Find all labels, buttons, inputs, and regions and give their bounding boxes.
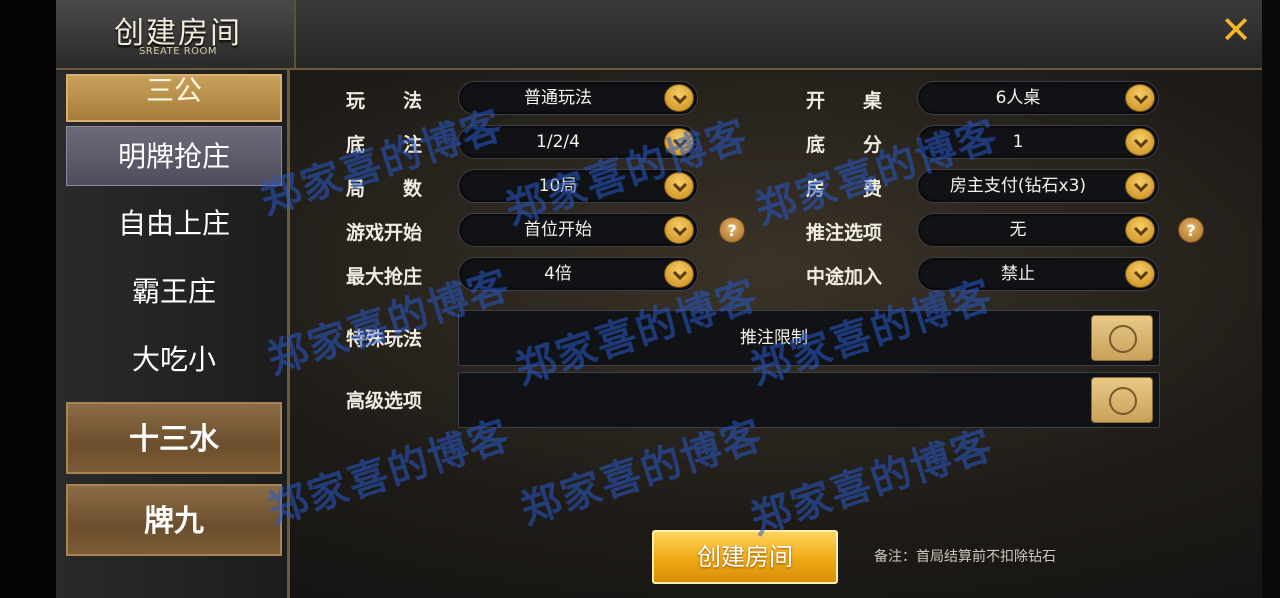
- chevron-down-icon[interactable]: [1125, 128, 1155, 156]
- chevron-down-icon[interactable]: [664, 84, 694, 112]
- select-zhongtu-jiaru[interactable]: 禁止: [917, 257, 1159, 291]
- select-dizhu[interactable]: 1/2/4: [458, 125, 698, 159]
- chevron-down-icon[interactable]: [1125, 84, 1155, 112]
- select-fangfei[interactable]: 房主支付(钻石x3): [917, 169, 1159, 203]
- chevron-down-icon[interactable]: [664, 216, 694, 244]
- edit-special-button[interactable]: [1091, 315, 1153, 361]
- pin-icon: [1109, 325, 1137, 353]
- select-zuida-qiangzhuang-value: 4倍: [544, 264, 572, 284]
- chevron-down-icon[interactable]: [664, 260, 694, 288]
- select-wanfa-value: 普通玩法: [524, 88, 592, 108]
- device-bezel-left: [0, 0, 56, 598]
- sidebar-item-ziyou-shangzhuang[interactable]: 自由上庄: [66, 194, 282, 254]
- sidebar-item-paijiu[interactable]: 牌九: [66, 484, 282, 556]
- sidebar-item-shisanshui[interactable]: 十三水: [66, 402, 282, 474]
- pin-icon: [1109, 387, 1137, 415]
- select-zhongtu-jiaru-value: 禁止: [1001, 264, 1035, 284]
- select-youxi-kaishi[interactable]: 首位开始: [458, 213, 698, 247]
- settings-panel: 玩 法 普通玩法 底 注 1/2/4 局 数 10局 游戏开始 首位开始 ? 最…: [300, 70, 1240, 598]
- chevron-down-icon[interactable]: [1125, 260, 1155, 288]
- sidebar-item-sangong[interactable]: 三公: [66, 74, 282, 122]
- footer-note: 备注：首局结算前不扣除钻石: [874, 549, 1056, 565]
- advanced-options-box[interactable]: [458, 372, 1160, 428]
- sidebar-item-dachixiao[interactable]: 大吃小: [66, 330, 282, 390]
- select-difen-value: 1: [1012, 132, 1024, 152]
- select-tuizhu-xuanxiang[interactable]: 无: [917, 213, 1159, 247]
- label-dizhu: 底 注: [346, 134, 423, 156]
- select-wanfa[interactable]: 普通玩法: [458, 81, 698, 115]
- close-icon: ✕: [1220, 8, 1252, 52]
- chevron-down-icon[interactable]: [1125, 216, 1155, 244]
- page-subtitle: SREATE ROOM: [138, 46, 218, 57]
- select-difen[interactable]: 1: [917, 125, 1159, 159]
- close-button[interactable]: ✕: [1216, 10, 1256, 50]
- select-fangfei-value: 房主支付(钻石x3): [949, 176, 1087, 196]
- label-gaoji-xuanxiang: 高级选项: [346, 390, 423, 412]
- label-kaizhuo: 开 桌: [806, 90, 883, 112]
- chevron-down-icon[interactable]: [664, 172, 694, 200]
- sidebar-item-mingpai-qiangzhuang[interactable]: 明牌抢庄: [66, 126, 282, 186]
- select-kaizhuo-value: 6人桌: [995, 88, 1041, 108]
- label-difen: 底 分: [806, 134, 883, 156]
- special-rules-box[interactable]: 推注限制: [458, 310, 1160, 366]
- label-youxi-kaishi: 游戏开始: [346, 222, 423, 244]
- select-kaizhuo[interactable]: 6人桌: [917, 81, 1159, 115]
- device-bezel-right: [1262, 0, 1280, 598]
- select-jushu-value: 10局: [538, 176, 578, 196]
- help-icon[interactable]: ?: [719, 217, 745, 243]
- select-zuida-qiangzhuang[interactable]: 4倍: [458, 257, 698, 291]
- create-room-button[interactable]: 创建房间: [652, 530, 838, 584]
- game-screen: 创建房间 SREATE ROOM ✕ 三公 明牌抢庄 自由上庄 霸王庄 大吃小 …: [0, 0, 1280, 598]
- label-tuizhu-xuanxiang: 推注选项: [806, 222, 883, 244]
- select-tuizhu-xuanxiang-value: 无: [1009, 220, 1027, 240]
- select-youxi-kaishi-value: 首位开始: [524, 220, 592, 240]
- label-wanfa: 玩 法: [346, 90, 423, 112]
- special-rules-value: 推注限制: [740, 328, 808, 348]
- sidebar-item-bawangzhuang[interactable]: 霸王庄: [66, 262, 282, 322]
- label-zhongtu-jiaru: 中途加入: [806, 266, 883, 288]
- label-zuida-qiangzhuang: 最大抢庄: [346, 266, 423, 288]
- label-teshu-wanfa: 特殊玩法: [346, 328, 423, 350]
- select-dizhu-value: 1/2/4: [536, 132, 580, 152]
- help-icon[interactable]: ?: [1178, 217, 1204, 243]
- label-fangfei: 房 费: [806, 178, 883, 200]
- label-jushu: 局 数: [346, 178, 423, 200]
- chevron-down-icon[interactable]: [664, 128, 694, 156]
- game-type-sidebar: 三公 明牌抢庄 自由上庄 霸王庄 大吃小 十三水 牌九: [56, 70, 290, 598]
- edit-advanced-button[interactable]: [1091, 377, 1153, 423]
- chevron-down-icon[interactable]: [1125, 172, 1155, 200]
- select-jushu[interactable]: 10局: [458, 169, 698, 203]
